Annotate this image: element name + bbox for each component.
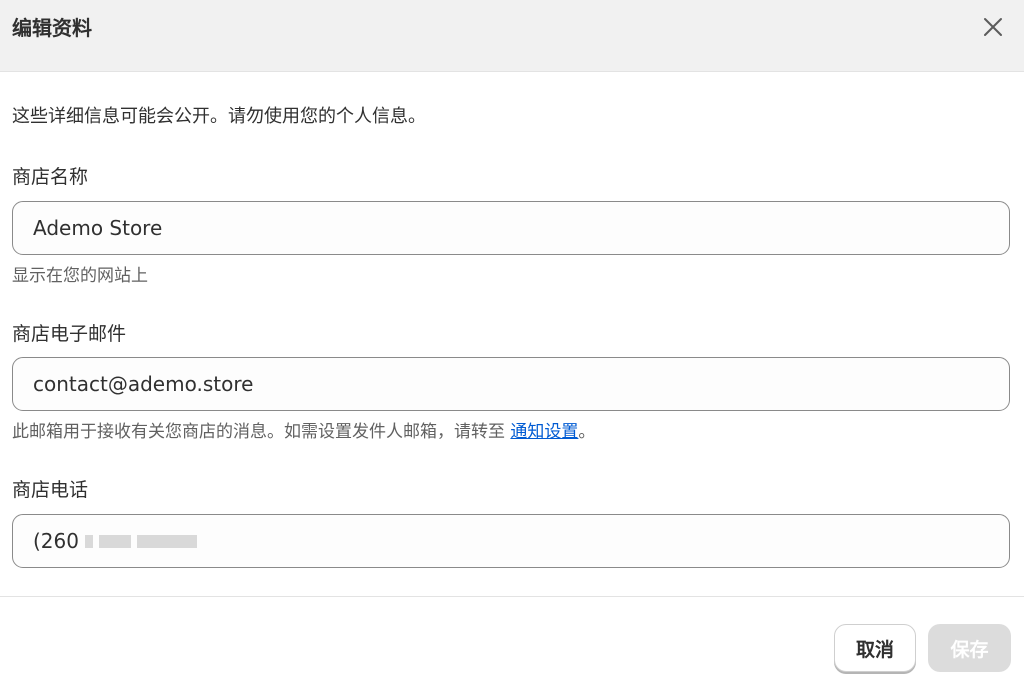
- store-email-help: 此邮箱用于接收有关您商店的消息。如需设置发件人邮箱，请转至 通知设置。: [12, 419, 595, 445]
- redacted-block: [84, 534, 93, 548]
- privacy-notice: 这些详细信息可能会公开。请勿使用您的个人信息。: [12, 106, 426, 127]
- footer-divider: [0, 596, 1024, 597]
- notification-settings-link[interactable]: 通知设置: [510, 422, 578, 442]
- store-phone-label: 商店电话: [12, 479, 89, 501]
- store-phone-visible-digits: (260: [33, 529, 79, 553]
- save-button[interactable]: 保存: [928, 624, 1011, 672]
- dialog-header: 编辑资料: [0, 0, 1024, 72]
- cancel-button[interactable]: 取消: [834, 624, 916, 672]
- store-name-label: 商店名称: [12, 166, 89, 188]
- store-email-help-text: 此邮箱用于接收有关您商店的消息。如需设置发件人邮箱，请转至: [12, 422, 511, 442]
- close-button[interactable]: [976, 12, 1010, 42]
- store-email-help-suffix: 。: [578, 422, 596, 442]
- redacted-block: [98, 534, 131, 548]
- dialog-title: 编辑资料: [12, 16, 92, 40]
- store-phone-input[interactable]: (260: [12, 514, 1010, 568]
- store-name-help: 显示在您的网站上: [12, 266, 148, 286]
- store-email-label: 商店电子邮件: [12, 323, 127, 345]
- store-name-input[interactable]: [12, 201, 1010, 255]
- redacted-block: [136, 534, 197, 548]
- close-icon: [984, 18, 1002, 36]
- store-email-input[interactable]: [12, 357, 1010, 411]
